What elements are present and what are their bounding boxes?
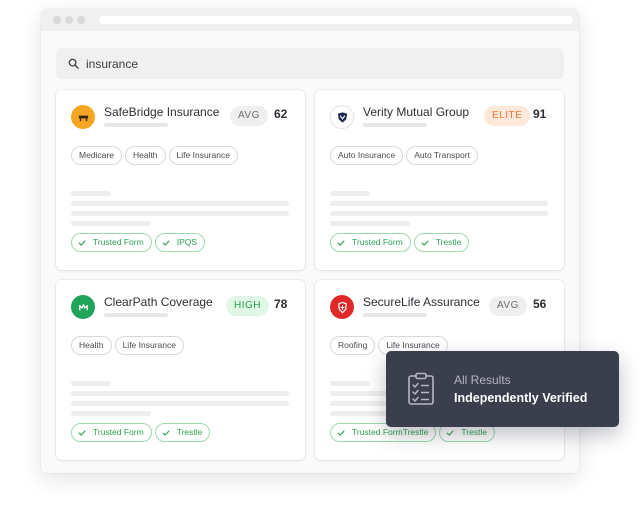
verification-badge[interactable]: Trusted Form: [71, 233, 152, 252]
safebridge-logo-icon: [71, 105, 95, 129]
verification-badge[interactable]: IPQS: [154, 233, 206, 252]
text-placeholder-line: [71, 191, 111, 196]
window-dot-maximize[interactable]: [77, 16, 85, 24]
subtitle-placeholder: [104, 313, 168, 317]
score-value: 56: [533, 297, 547, 311]
verification-badges: Trusted Form IPQS: [71, 233, 206, 252]
text-placeholder-line: [71, 391, 289, 396]
window-dot-minimize[interactable]: [65, 16, 73, 24]
search-query: insurance: [86, 56, 139, 71]
badge-label: Trusted Form: [93, 427, 144, 437]
verification-badge[interactable]: Trusted Form: [330, 233, 411, 252]
company-name[interactable]: SafeBridge Insurance: [104, 105, 219, 119]
toast-message: Independently Verified: [454, 391, 588, 405]
text-placeholder-line: [330, 201, 548, 206]
category-tag[interactable]: Auto Insurance: [330, 146, 404, 165]
subtitle-placeholder: [363, 313, 427, 317]
text-placeholder-line: [71, 201, 289, 206]
company-name[interactable]: ClearPath Coverage: [104, 295, 213, 309]
verified-toast: All Results Independently Verified: [386, 351, 619, 427]
company-card[interactable]: ClearPath Coverage HIGH 78 Health Life I…: [56, 280, 305, 460]
score-value: 78: [274, 297, 288, 311]
check-icon: [446, 430, 454, 436]
securelife-shield-logo-icon: [330, 295, 354, 319]
badge-label: Trestle: [435, 237, 462, 247]
badge-label: Trestle: [176, 427, 203, 437]
title-bar: [41, 9, 579, 31]
category-tags: Auto Insurance Auto Transport: [330, 146, 478, 165]
verification-badges: Trusted Form Trestle: [330, 233, 470, 252]
check-icon: [78, 240, 86, 246]
check-icon: [162, 240, 170, 246]
text-placeholder-line: [330, 381, 370, 386]
company-name[interactable]: Verity Mutual Group: [363, 105, 469, 119]
check-icon: [78, 430, 86, 436]
badge-label: Trusted Form: [352, 237, 403, 247]
category-tag[interactable]: Life Insurance: [114, 336, 184, 355]
tier-badge: HIGH: [226, 296, 269, 316]
category-tag[interactable]: Auto Transport: [406, 146, 478, 165]
company-card[interactable]: SafeBridge Insurance AVG 62 Medicare Hea…: [56, 90, 305, 270]
verity-shield-logo-icon: [330, 105, 354, 129]
check-icon: [337, 430, 345, 436]
badge-label: IPQS: [176, 237, 198, 247]
text-placeholder-line: [71, 221, 151, 226]
score-value: 62: [274, 107, 288, 121]
clearpath-logo-icon: [71, 295, 95, 319]
category-tag[interactable]: Health: [71, 336, 112, 355]
search-input[interactable]: insurance: [56, 48, 564, 79]
tier-badge: AVG: [489, 296, 527, 316]
text-placeholder-line: [71, 411, 151, 416]
toast-title: All Results: [454, 373, 511, 387]
text-placeholder-line: [71, 381, 111, 386]
verification-badges: Trusted Form Trestle: [71, 423, 211, 442]
score-value: 91: [533, 107, 547, 121]
category-tag[interactable]: Roofing: [330, 336, 376, 355]
text-placeholder-line: [330, 221, 410, 226]
verification-badge[interactable]: Trestle: [154, 423, 211, 442]
subtitle-placeholder: [104, 123, 168, 127]
address-bar[interactable]: [99, 16, 573, 24]
text-placeholder-line: [71, 401, 289, 406]
text-placeholder-line: [330, 191, 370, 196]
category-tag[interactable]: Health: [124, 146, 166, 165]
text-placeholder-line: [71, 211, 289, 216]
category-tag[interactable]: Medicare: [71, 146, 122, 165]
search-icon: [68, 58, 79, 69]
subtitle-placeholder: [363, 123, 427, 127]
check-icon: [421, 240, 429, 246]
company-card[interactable]: Verity Mutual Group ELITE 91 Auto Insura…: [315, 90, 564, 270]
text-placeholder-line: [330, 211, 548, 216]
verification-badge[interactable]: Trestle: [413, 233, 470, 252]
badge-label: Trusted Form: [93, 237, 144, 247]
category-tags: Medicare Health Life Insurance: [71, 146, 238, 165]
company-name[interactable]: SecureLife Assurance: [363, 295, 480, 309]
category-tags: Health Life Insurance: [71, 336, 184, 355]
window-dot-close[interactable]: [53, 16, 61, 24]
check-icon: [337, 240, 345, 246]
check-icon: [162, 430, 170, 436]
tier-badge: ELITE: [484, 106, 531, 126]
verification-badge[interactable]: Trusted Form: [71, 423, 152, 442]
checklist-icon: [408, 372, 434, 405]
category-tag[interactable]: Life Insurance: [168, 146, 238, 165]
tier-badge: AVG: [230, 106, 268, 126]
